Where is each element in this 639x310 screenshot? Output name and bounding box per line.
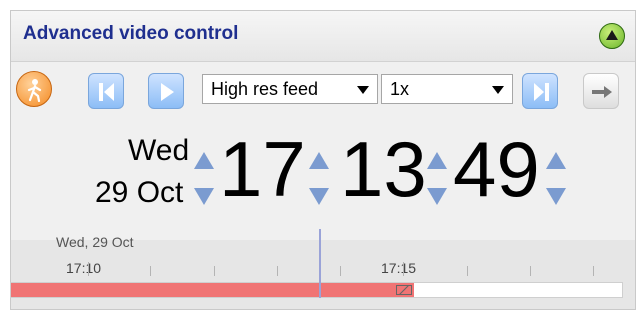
- collapse-up-icon[interactable]: [599, 23, 625, 49]
- feed-select[interactable]: High res feed: [202, 74, 378, 104]
- speed-select[interactable]: 1x: [381, 74, 513, 104]
- timeline-date-label: Wed, 29 Oct: [56, 234, 134, 250]
- walking-person-icon[interactable]: [16, 71, 52, 107]
- skip-to-end-icon[interactable]: [522, 73, 558, 109]
- day-up-icon[interactable]: [194, 152, 214, 169]
- panel-header: Advanced video control: [11, 11, 635, 62]
- speed-select-value: 1x: [390, 79, 410, 99]
- playhead[interactable]: [319, 229, 321, 298]
- seconds-down-icon[interactable]: [546, 188, 566, 205]
- timeline-minor-tick: [277, 266, 278, 276]
- day-down-icon[interactable]: [194, 188, 214, 205]
- panel-title: Advanced video control: [23, 23, 239, 44]
- chevron-down-icon: [492, 86, 504, 94]
- hours-down-icon[interactable]: [309, 188, 329, 205]
- timeline-major-tick: [88, 262, 89, 276]
- arrow-right-icon[interactable]: [583, 73, 619, 109]
- timeline-minor-tick: [150, 266, 151, 276]
- buffer-indicator-icon: [396, 285, 412, 295]
- minutes-display: 13: [340, 125, 427, 213]
- seconds-display: 49: [453, 125, 540, 213]
- feed-select-value: High res feed: [211, 79, 319, 99]
- hours-display: 17: [219, 125, 306, 213]
- timeline-minor-tick: [340, 266, 341, 276]
- timeline-minor-tick: [530, 266, 531, 276]
- timeline-minor-tick: [593, 266, 594, 276]
- timeline-area[interactable]: [11, 240, 635, 309]
- weekday-label: Wed: [128, 134, 190, 167]
- timeline-tick-label: 17:10: [66, 260, 102, 276]
- seconds-up-icon[interactable]: [546, 152, 566, 169]
- chevron-down-icon: [357, 86, 369, 94]
- timeline-minor-tick: [467, 266, 468, 276]
- minutes-down-icon[interactable]: [427, 188, 447, 205]
- timeline-tick-label: 17:15: [381, 260, 417, 276]
- hours-up-icon[interactable]: [309, 152, 329, 169]
- timeline-major-tick: [403, 262, 404, 276]
- timeline-recorded-range: [11, 283, 414, 297]
- minutes-up-icon[interactable]: [427, 152, 447, 169]
- date-label: 29 Oct: [95, 176, 184, 209]
- play-icon[interactable]: [148, 73, 184, 109]
- skip-to-start-icon[interactable]: [88, 73, 124, 109]
- timeline-minor-tick: [214, 266, 215, 276]
